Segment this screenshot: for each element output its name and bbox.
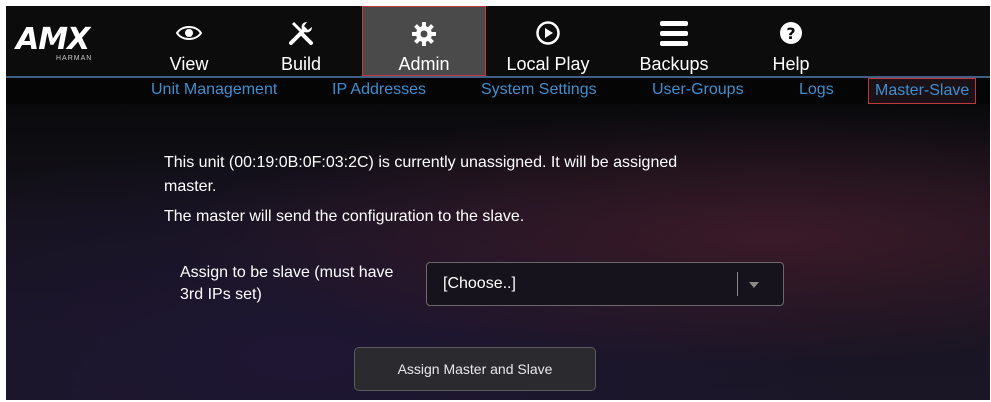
nav-view-label: View bbox=[169, 54, 209, 74]
app-window: AMX HARMAN View Build Admin Local Play B… bbox=[6, 6, 990, 400]
subnav-unit-management[interactable]: Unit Management bbox=[151, 81, 277, 99]
nav-backups-label: Backups bbox=[639, 54, 709, 74]
chevron-down-icon[interactable] bbox=[749, 282, 759, 288]
subnav-system-settings[interactable]: System Settings bbox=[481, 81, 597, 99]
nav-build-label: Build bbox=[280, 54, 322, 74]
brand-sub: HARMAN bbox=[56, 55, 93, 62]
assign-slave-label-line2: 3rd IPs set) bbox=[180, 286, 262, 303]
question-circle-icon: ? bbox=[778, 18, 804, 48]
nav-backups[interactable]: Backups bbox=[624, 6, 724, 76]
tools-icon bbox=[287, 18, 315, 48]
slave-select-value: [Choose..] bbox=[443, 275, 516, 292]
status-message-line3: The master will send the configuration t… bbox=[164, 208, 525, 225]
menu-lines-icon bbox=[659, 18, 689, 48]
select-divider bbox=[737, 272, 738, 296]
status-message-line2: master. bbox=[164, 178, 217, 195]
slave-select[interactable]: [Choose..] bbox=[426, 262, 784, 306]
status-message-line1: This unit (00:19:0B:0F:03:2C) is current… bbox=[164, 154, 678, 171]
nav-build[interactable]: Build bbox=[256, 6, 346, 76]
nav-help-label: Help bbox=[772, 54, 810, 74]
top-navigation: AMX HARMAN View Build Admin Local Play B… bbox=[6, 6, 990, 78]
eye-icon bbox=[176, 18, 202, 48]
nav-local-play-label: Local Play bbox=[506, 54, 590, 74]
brand-name: AMX bbox=[16, 22, 90, 57]
nav-local-play[interactable]: Local Play bbox=[488, 6, 608, 76]
subnav-ip-addresses[interactable]: IP Addresses bbox=[332, 81, 426, 99]
assign-slave-label-line1: Assign to be slave (must have bbox=[180, 264, 394, 281]
subnav-logs[interactable]: Logs bbox=[799, 81, 834, 99]
main-content: This unit (00:19:0B:0F:03:2C) is current… bbox=[6, 104, 990, 400]
sub-navigation: Unit Management IP Addresses System Sett… bbox=[6, 78, 990, 104]
svg-text:?: ? bbox=[786, 24, 795, 43]
play-circle-icon bbox=[535, 18, 561, 48]
nav-admin-label: Admin bbox=[398, 54, 450, 74]
nav-help[interactable]: ? Help bbox=[756, 6, 826, 76]
gear-icon bbox=[411, 19, 437, 48]
subnav-user-groups[interactable]: User-Groups bbox=[652, 81, 744, 99]
assign-slave-label: Assign to be slave (must have 3rd IPs se… bbox=[180, 262, 420, 306]
amx-logo: AMX HARMAN bbox=[10, 22, 110, 62]
nav-admin[interactable]: Admin bbox=[362, 6, 486, 76]
subnav-master-slave[interactable]: Master-Slave bbox=[868, 78, 977, 104]
assign-master-slave-button[interactable]: Assign Master and Slave bbox=[354, 347, 596, 391]
nav-view[interactable]: View bbox=[144, 6, 234, 76]
